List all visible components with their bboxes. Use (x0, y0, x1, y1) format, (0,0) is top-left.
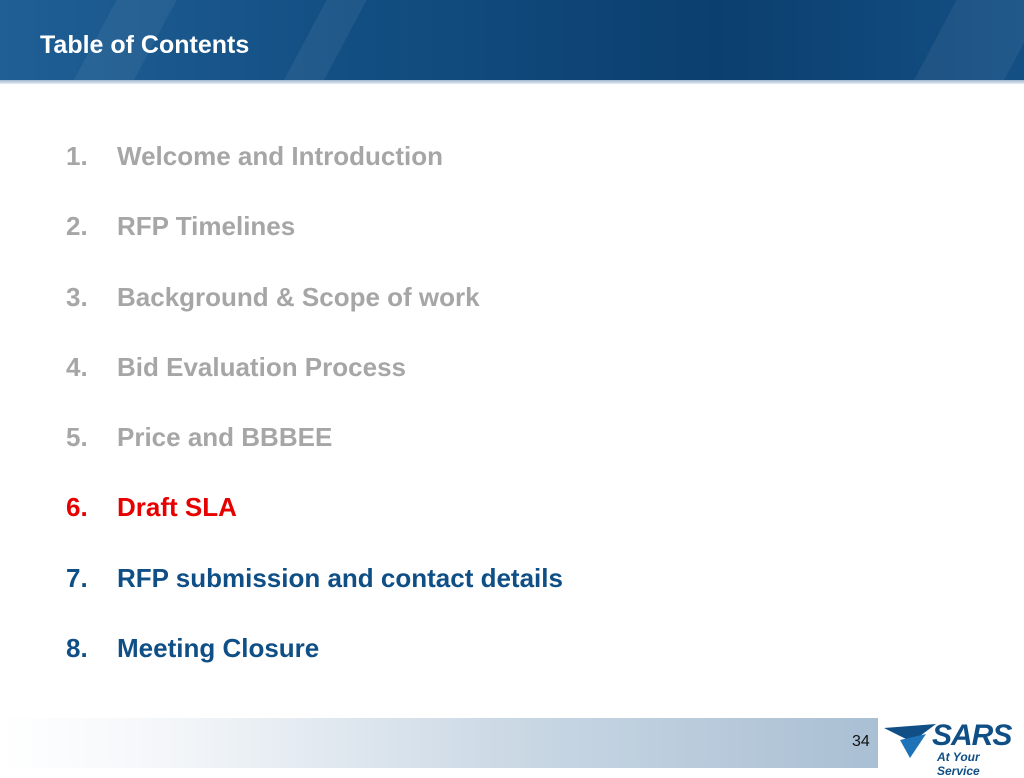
toc-item-rfp-timelines: 2. RFP Timelines (66, 210, 563, 280)
toc-item-rfp-submission: 7. RFP submission and contact details (66, 562, 563, 632)
toc-item-meeting-closure: 8. Meeting Closure (66, 632, 563, 702)
header-decoration (262, 0, 378, 80)
toc-label: Background & Scope of work (117, 281, 480, 312)
page-number: 34 (852, 733, 870, 750)
toc-number: 6. (66, 492, 88, 523)
toc-number: 3. (66, 281, 88, 312)
toc-label: Draft SLA (117, 492, 237, 523)
toc-item-draft-sla: 6. Draft SLA (66, 491, 563, 561)
toc-item-bid-evaluation: 4. Bid Evaluation Process (66, 351, 563, 421)
toc-number: 5. (66, 422, 88, 453)
toc-label: RFP Timelines (117, 211, 296, 242)
header-banner: Table of Contents (0, 0, 1024, 80)
toc-item-welcome: 1. Welcome and Introduction (66, 140, 563, 210)
toc-number: 4. (66, 351, 88, 382)
header-decoration (892, 0, 1024, 80)
logo-tagline: At Your Service (937, 750, 980, 778)
sars-swoosh-icon (884, 724, 936, 758)
toc-item-price-bbbee: 5. Price and BBBEE (66, 421, 563, 491)
table-of-contents: 1. Welcome and Introduction 2. RFP Timel… (66, 140, 563, 702)
toc-label: Price and BBBEE (117, 422, 333, 453)
header-divider (0, 80, 1024, 84)
toc-number: 2. (66, 211, 88, 242)
toc-label: Welcome and Introduction (117, 141, 443, 171)
toc-label: Bid Evaluation Process (117, 351, 406, 382)
footer-band (0, 718, 878, 768)
page-title: Table of Contents (40, 31, 250, 59)
logo-wordmark: SARS (932, 719, 1012, 752)
toc-number: 7. (66, 562, 88, 593)
toc-label: Meeting Closure (117, 633, 320, 664)
toc-number: 1. (66, 141, 88, 171)
sars-logo: SARS At Your Service (880, 718, 1024, 778)
toc-item-background-scope: 3. Background & Scope of work (66, 281, 563, 351)
toc-number: 8. (66, 633, 88, 664)
toc-label: RFP submission and contact details (117, 562, 563, 593)
